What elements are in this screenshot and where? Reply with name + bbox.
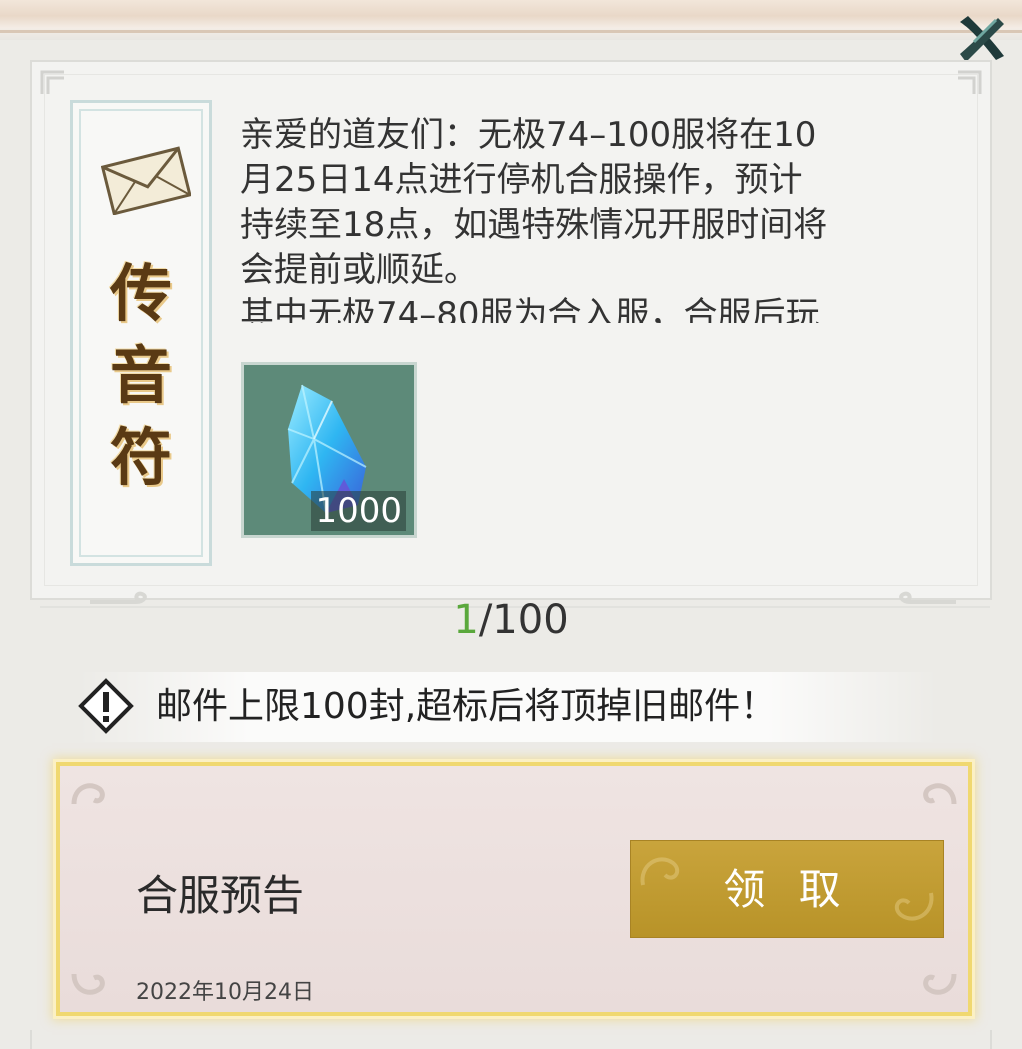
message-line: 其中无极74–80服为合入服，合服后玩: [240, 295, 820, 323]
message-line: 月25日14点进行停机合服操作，预计: [240, 160, 803, 200]
warning-text: 邮件上限100封,超标后将顶掉旧邮件！: [156, 686, 777, 727]
sender-char: 音: [109, 339, 172, 412]
cloud-corner-icon: [923, 973, 957, 995]
sender-name: 传 音 符: [73, 253, 209, 499]
cloud-corner-icon: [71, 973, 105, 995]
page-total: /100: [478, 597, 569, 643]
warning-diamond-icon: [78, 678, 134, 734]
mail-title: 合服预告: [136, 871, 305, 920]
panel-bottom-edge: [30, 1030, 992, 1049]
sender-char: 符: [109, 421, 172, 494]
page-indicator: 1/100: [0, 597, 1022, 643]
sender-scroll: 传 音 符: [70, 100, 212, 566]
mail-message-body[interactable]: 亲爱的道友们：无极74–100服将在10 月25日14点进行停机合服操作，预计 …: [240, 113, 960, 323]
message-line: 持续至18点，如遇特殊情况开服时间将: [240, 205, 828, 245]
corner-ornament-icon: [958, 70, 982, 94]
message-line: 会提前或顺延。: [240, 250, 478, 290]
envelope-icon: [101, 146, 191, 215]
message-line: 亲爱的道友们：无极74–100服将在10: [240, 115, 817, 155]
attachment-item-slot[interactable]: 1000: [241, 362, 417, 538]
claim-button[interactable]: 领 取: [630, 840, 944, 938]
mail-limit-warning: 邮件上限100封,超标后将顶掉旧邮件！: [78, 672, 938, 742]
page-current: 1: [453, 597, 479, 643]
dialog-top-bar: [0, 0, 1022, 40]
claim-button-label: 领 取: [723, 865, 851, 914]
mail-list-item-selected[interactable]: 合服预告 2022年10月24日 领 取: [56, 762, 972, 1016]
corner-ornament-icon: [40, 70, 64, 94]
sender-char: 传: [109, 257, 172, 330]
attachment-count: 1000: [311, 491, 406, 531]
mail-date: 2022年10月24日: [136, 980, 314, 1005]
cloud-corner-icon: [71, 783, 105, 805]
cloud-corner-icon: [923, 783, 957, 805]
